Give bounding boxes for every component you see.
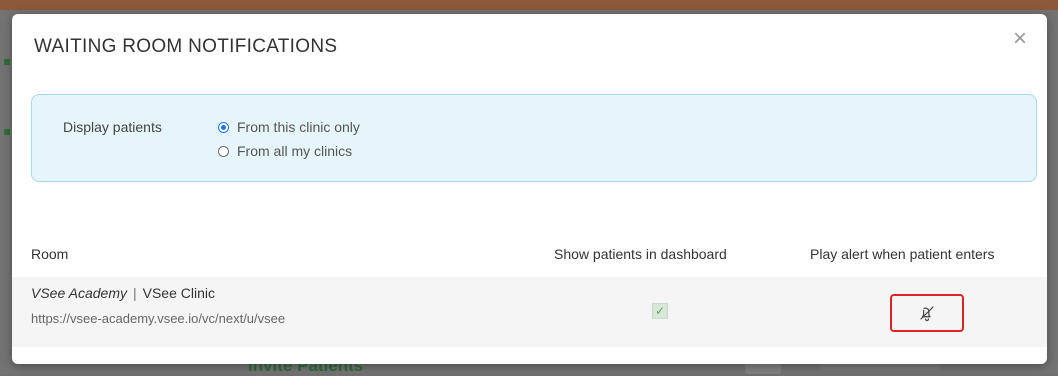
background-marker [4,129,10,135]
radio-unselected-icon[interactable] [218,145,229,157]
play-alert-toggle-button[interactable] [890,294,964,332]
background-header-bar [0,0,1058,10]
rooms-table-header: Room Show patients in dashboard Play ale… [12,242,1047,266]
background-marker [4,59,10,65]
display-patients-label: Display patients [63,119,162,135]
check-icon: ✓ [654,304,666,318]
bell-off-icon [920,306,934,322]
close-icon: × [1012,25,1027,52]
room-title: VSee Academy | VSee Clinic [31,285,215,301]
radio-label: From this clinic only [237,119,360,135]
radio-this-clinic-only[interactable]: From this clinic only [218,119,360,135]
dialog-title: WAITING ROOM NOTIFICATIONS [34,36,338,57]
column-header-room: Room [31,246,69,262]
close-button[interactable]: × [1009,25,1031,52]
show-patients-checkbox[interactable]: ✓ [652,303,668,319]
column-header-show-patients: Show patients in dashboard [554,246,727,262]
display-patients-filter: Display patients From this clinic only F… [31,94,1037,182]
clinic-name: VSee Clinic [142,285,215,301]
waiting-room-notifications-dialog: WAITING ROOM NOTIFICATIONS × Display pat… [12,14,1047,364]
table-row: VSee Academy | VSee Clinic https://vsee-ac… [12,277,1047,347]
radio-all-my-clinics[interactable]: From all my clinics [218,143,352,159]
room-url: https://vsee-academy.vsee.io/vc/next/u/v… [31,311,286,326]
room-name: VSee Academy [31,285,127,301]
radio-selected-icon[interactable] [218,121,229,133]
radio-label: From all my clinics [237,143,353,159]
column-header-play-alert: Play alert when patient enters [810,246,995,262]
background-left-accent [0,55,12,145]
room-separator: | [132,285,137,301]
